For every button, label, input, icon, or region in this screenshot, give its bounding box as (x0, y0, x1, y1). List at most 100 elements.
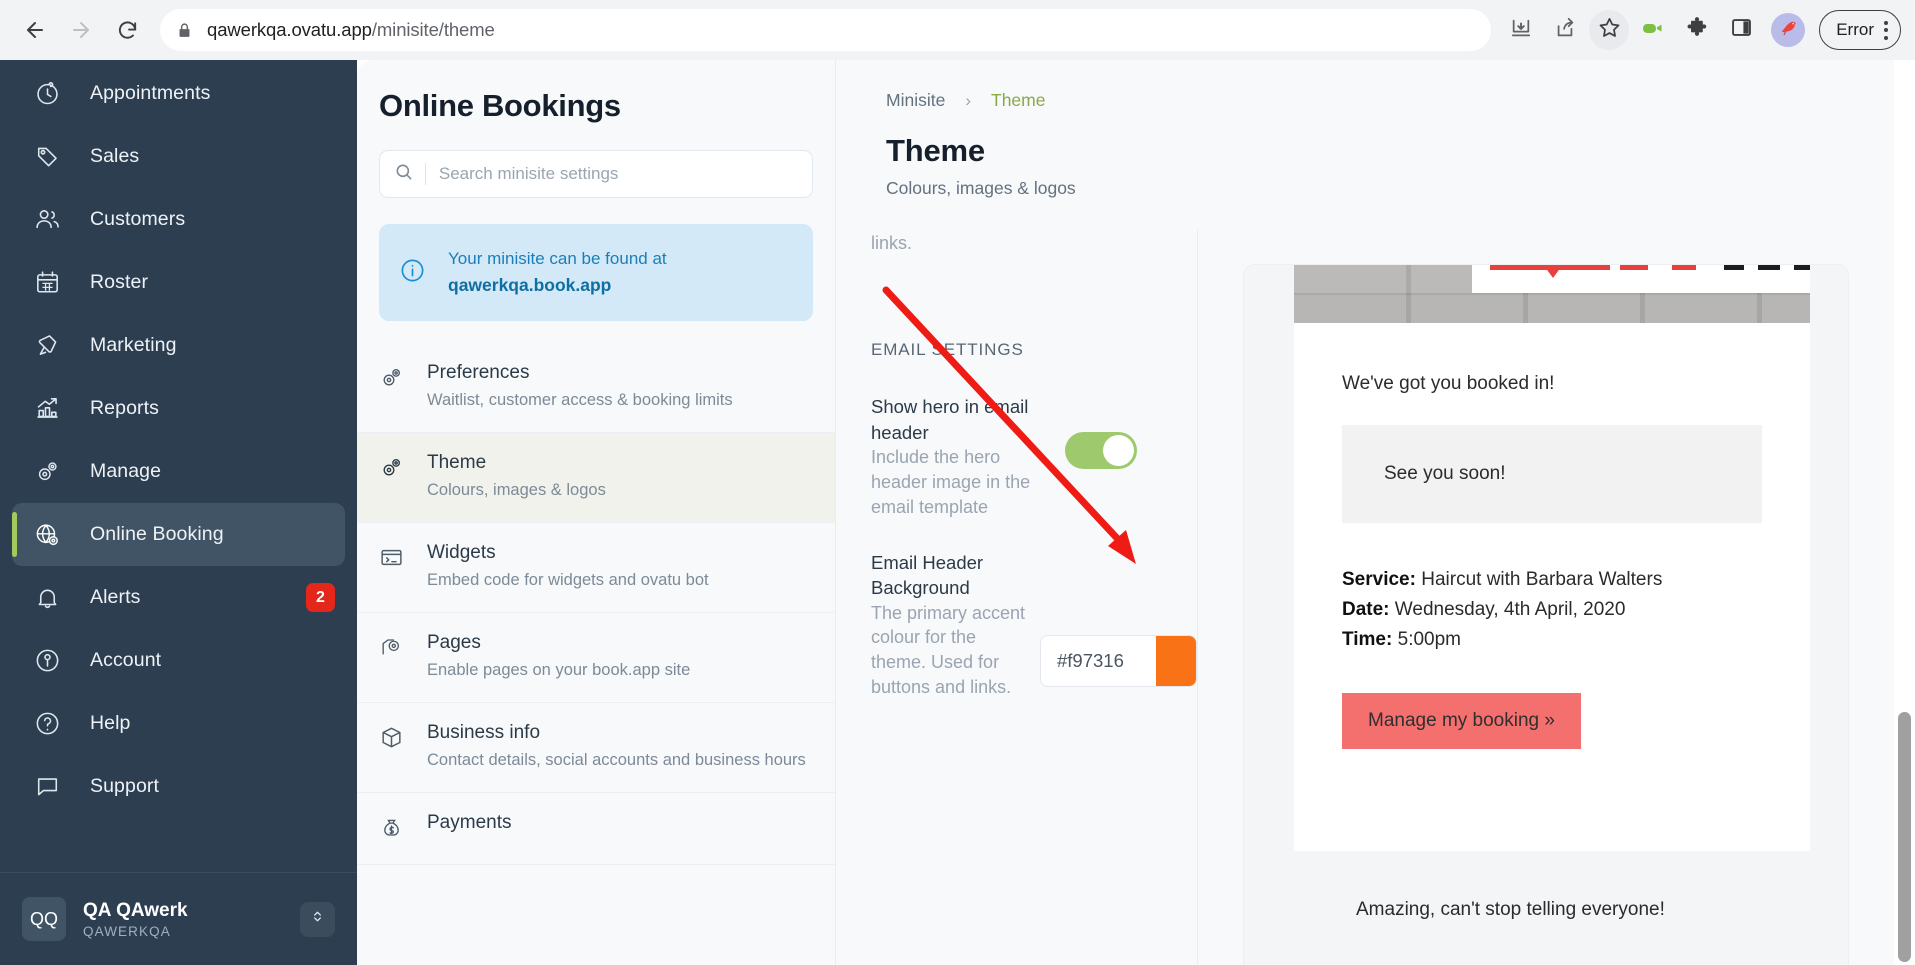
sidebar-item-label: Alerts (90, 586, 141, 608)
back-button[interactable] (14, 9, 56, 51)
scrollbar-thumb[interactable] (1898, 712, 1911, 962)
breadcrumb-current: Theme (991, 90, 1046, 110)
info-text: Your minisite can be found at qawerkqa.b… (448, 246, 667, 299)
video-record-button[interactable] (1633, 10, 1673, 50)
theme-form-column: links. EMAIL SETTINGS Show hero in email… (835, 230, 1198, 965)
sidebar-item-label: Help (90, 712, 131, 734)
detail-time-value: 5:00pm (1392, 629, 1461, 651)
breadcrumb-root[interactable]: Minisite (886, 90, 945, 111)
sidebar-item-label: Sales (90, 145, 140, 167)
manage-my-booking-button[interactable]: Manage my booking » (1342, 693, 1581, 750)
url-text: qawerkqa.ovatu.app/minisite/theme (207, 19, 495, 41)
sidebar-item-sales[interactable]: Sales (12, 125, 345, 188)
menu-item-subtitle: Contact details, social accounts and bus… (427, 751, 806, 770)
main-content: Minisite › Theme Theme Colours, images &… (835, 60, 1915, 965)
sidebar-item-label: Manage (90, 460, 162, 482)
video-camera-icon (1640, 15, 1666, 46)
search-minisite-settings[interactable] (379, 150, 813, 198)
forward-button[interactable] (60, 9, 102, 51)
bar-chart-icon (34, 395, 68, 422)
menu-item-body: Preferences Waitlist, customer access & … (427, 362, 733, 413)
profile-button[interactable] (1771, 13, 1806, 47)
email-hero-logo (1472, 265, 1810, 293)
sidebar-item-account[interactable]: Account (12, 629, 345, 692)
sidebar-item-customers[interactable]: Customers (12, 188, 345, 251)
email-body: We've got you booked in! See you soon! S… (1294, 265, 1810, 851)
sidebar-item-help[interactable]: Help (12, 692, 345, 755)
menu-item-subtitle: Waitlist, customer access & booking limi… (427, 391, 733, 410)
menu-item-body: Pages Enable pages on your book.app site (427, 632, 690, 683)
kebab-menu-icon[interactable] (1884, 20, 1888, 40)
share-button[interactable] (1545, 10, 1585, 50)
sidebar-item-label: Account (90, 649, 162, 671)
detail-service-value: Haircut with Barbara Walters (1415, 569, 1663, 590)
email-footer: Amazing, can't stop telling everyone! (1294, 851, 1810, 965)
sidebar-item-marketing[interactable]: Marketing (12, 314, 345, 377)
sidebar-item-appointments[interactable]: Appointments (12, 62, 345, 125)
menu-item-business-info[interactable]: Business info Contact details, social ac… (357, 703, 835, 794)
email-header-bg-label-group: Email Header Background The primary acce… (871, 550, 1033, 700)
sidebar-item-manage[interactable]: Manage (12, 440, 345, 503)
people-icon (34, 206, 68, 233)
url-path: /minisite/theme (371, 19, 495, 40)
colour-swatch[interactable] (1156, 635, 1196, 686)
detail-service-label: Service: (1342, 569, 1416, 590)
menu-item-theme[interactable]: Theme Colours, images & logos (357, 433, 835, 524)
money-bag-icon (379, 812, 409, 845)
menu-item-subtitle: Colours, images & logos (427, 481, 606, 500)
sidebar-item-label: Customers (90, 208, 186, 230)
chevron-right-icon: › (965, 90, 971, 110)
menu-item-title: Pages (427, 632, 481, 654)
breadcrumb: Minisite › Theme (886, 90, 1915, 111)
extensions-button[interactable] (1677, 10, 1717, 50)
detail-date-value: Wednesday, 4th April, 2020 (1389, 599, 1626, 621)
menu-item-body: Payments (427, 812, 511, 834)
install-app-button[interactable] (1501, 10, 1541, 50)
side-panel-button[interactable] (1721, 10, 1761, 50)
settings-menu-list: Preferences Waitlist, customer access & … (357, 343, 835, 866)
bookmark-button[interactable] (1589, 10, 1630, 50)
email-preview-column: We've got you booked in! See you soon! S… (1198, 230, 1915, 965)
menu-item-widgets[interactable]: Widgets Embed code for widgets and ovatu… (357, 523, 835, 614)
minisite-link[interactable]: qawerkqa.book.app (448, 272, 667, 299)
menu-item-preferences[interactable]: Preferences Waitlist, customer access & … (357, 343, 835, 434)
user-info: QA QAwerk QAWERKQA (83, 900, 188, 939)
browser-toolbar: qawerkqa.ovatu.app/minisite/theme Error (0, 0, 1915, 60)
address-bar[interactable]: qawerkqa.ovatu.app/minisite/theme (160, 9, 1492, 51)
page-scrollbar[interactable] (1894, 60, 1915, 965)
menu-item-title: Business info (427, 722, 541, 744)
email-settings-section-label: EMAIL SETTINGS (871, 340, 1024, 359)
sidebar-item-alerts[interactable]: Alerts 2 (12, 566, 345, 629)
colour-hex-input[interactable] (1041, 635, 1156, 686)
reload-button[interactable] (106, 9, 148, 51)
sidebar-item-label: Roster (90, 271, 149, 293)
sidebar-item-support[interactable]: Support (12, 755, 345, 818)
email-preview-card: We've got you booked in! See you soon! S… (1243, 264, 1849, 965)
sidebar-user-row[interactable]: QQ QA QAwerk QAWERKQA (0, 873, 357, 965)
show-hero-toggle[interactable] (1065, 432, 1137, 469)
alerts-badge: 2 (306, 583, 335, 612)
sidebar-item-reports[interactable]: Reports (12, 377, 345, 440)
detail-date-label: Date: (1342, 599, 1390, 621)
reload-icon (116, 19, 139, 42)
search-input[interactable] (438, 164, 798, 184)
sidebar-item-roster[interactable]: Roster (12, 251, 345, 314)
switch-account-button[interactable] (300, 901, 335, 937)
url-host: qawerkqa.ovatu.app (207, 19, 372, 40)
menu-item-pages[interactable]: Pages Enable pages on your book.app site (357, 613, 835, 704)
side-panel-icon (1730, 16, 1753, 44)
info-circle-icon (399, 257, 426, 289)
share-icon (1554, 17, 1576, 44)
colour-picker-control[interactable] (1040, 634, 1197, 687)
gears-icon (379, 362, 409, 395)
gears-icon (34, 458, 68, 485)
clipped-description-text: links. (871, 233, 913, 253)
sidebar-item-label: Marketing (90, 334, 177, 356)
app-root: qawerkqa.ovatu.app/minisite/theme Error … (0, 0, 1915, 965)
error-status-button[interactable]: Error (1819, 10, 1901, 50)
puzzle-piece-icon (1685, 16, 1709, 45)
menu-item-payments[interactable]: Payments (357, 793, 835, 866)
tag-icon (34, 143, 68, 170)
show-hero-description: Include the hero header image in the ema… (871, 447, 1031, 517)
sidebar-item-online-booking[interactable]: Online Booking (12, 503, 345, 566)
